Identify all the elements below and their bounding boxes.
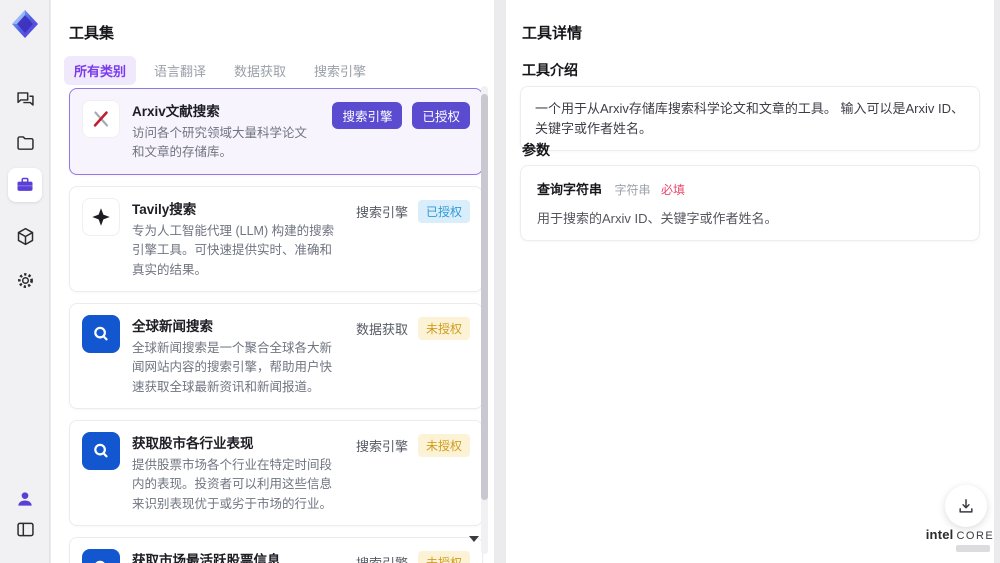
scrollbar-thumb[interactable] xyxy=(481,94,488,500)
tool-title: Tavily搜索 xyxy=(132,201,197,217)
intro-heading: 工具介绍 xyxy=(522,62,578,78)
folder-icon[interactable] xyxy=(12,130,38,156)
tool-description: 全球新闻搜索是一个聚合全球各大新闻网站内容的搜索引擎，帮助用户快速获取全球最新资… xyxy=(132,340,333,394)
intel-core-logo: intel core xyxy=(926,527,994,552)
tool-description: 专为人工智能代理 (LLM) 构建的搜索引擎工具。可快速提供实时、准确和真实的结… xyxy=(132,223,335,277)
intro-box: 一个用于从Arxiv存储库搜索科学论文和文章的工具。 输入可以是Arxiv ID… xyxy=(520,86,980,151)
sidebar-item-tools-active[interactable] xyxy=(8,168,42,202)
blue-search-logo-icon xyxy=(82,549,120,563)
tool-card-list: Arxiv文献搜索 访问各个研究领域大量科学论文和文章的存储库。 搜索引擎 已授… xyxy=(69,88,483,563)
tool-card-tavily[interactable]: Tavily搜索 专为人工智能代理 (LLM) 构建的搜索引擎工具。可快速提供实… xyxy=(69,185,483,292)
param-description: 用于搜索的Arxiv ID、关键字或作者姓名。 xyxy=(537,211,778,226)
tool-card-sector-performance[interactable]: 获取股市各行业表现 提供股票市场各个行业在特定时间段内的表现。投资者可以利用这些… xyxy=(69,420,483,527)
status-badge-unauthorized: 未授权 xyxy=(417,551,470,563)
user-icon[interactable] xyxy=(12,486,38,512)
app-logo-icon xyxy=(9,8,41,40)
tool-description: 访问各个研究领域大量科学论文和文章的存储库。 xyxy=(132,126,308,160)
tool-card-arxiv[interactable]: Arxiv文献搜索 访问各个研究领域大量科学论文和文章的存储库。 搜索引擎 已授… xyxy=(69,88,483,175)
category-label: 搜索引擎 xyxy=(355,204,408,220)
panel-toggle-icon[interactable] xyxy=(12,516,38,542)
icon-rail xyxy=(0,0,50,563)
tool-detail-panel: 工具详情 工具介绍 一个用于从Arxiv存储库搜索科学论文和文章的工具。 输入可… xyxy=(506,0,994,563)
tab-language-translation[interactable]: 语言翻译 xyxy=(144,56,216,85)
tool-title: 获取市场最活跃股票信息 xyxy=(132,553,281,563)
tool-title: Arxiv文献搜索 xyxy=(132,104,220,119)
download-icon xyxy=(959,499,973,513)
page-title: 工具集 xyxy=(69,25,115,42)
blue-search-logo-icon xyxy=(82,314,120,353)
detail-title: 工具详情 xyxy=(522,25,583,42)
intel-ultra-mark xyxy=(956,545,990,552)
briefcase-icon xyxy=(17,177,33,191)
gear-icon[interactable] xyxy=(12,267,38,293)
core-wordmark: core xyxy=(956,530,995,542)
cube-icon[interactable] xyxy=(12,223,38,249)
tool-title: 全球新闻搜索 xyxy=(132,318,213,334)
tool-description: 提供股票市场各个行业在特定时间段内的表现。投资者可以利用这些信息来识别表现优于或… xyxy=(132,458,333,511)
param-name: 查询字符串 xyxy=(537,182,603,197)
tab-all-categories[interactable]: 所有类别 xyxy=(64,56,137,85)
intel-wordmark: intel xyxy=(925,527,954,542)
tool-title: 获取股市各行业表现 xyxy=(132,436,254,451)
tool-card-most-active-stocks[interactable]: 获取市场最活跃股票信息 提供当天交易量最高的股票列表。投资者可以利用这些信息来识… xyxy=(69,537,483,563)
param-card: 查询字符串 字符串 必填 用于搜索的Arxiv ID、关键字或作者姓名。 xyxy=(520,165,980,241)
tool-card-global-news[interactable]: 全球新闻搜索 全球新闻搜索是一个聚合全球各大新闻网站内容的搜索引擎，帮助用户快速… xyxy=(69,302,483,409)
status-badge-unauthorized: 未授权 xyxy=(417,434,470,457)
param-type: 字符串 xyxy=(614,183,651,197)
params-heading: 参数 xyxy=(522,142,550,158)
blue-search-logo-icon xyxy=(82,432,120,470)
scroll-down-arrow-icon[interactable] xyxy=(469,536,479,542)
tab-search-engine[interactable]: 搜索引擎 xyxy=(304,56,376,85)
tab-data-fetching[interactable]: 数据获取 xyxy=(224,56,296,85)
tavily-star-icon xyxy=(82,197,120,236)
arxiv-logo-icon xyxy=(82,100,120,138)
download-button[interactable] xyxy=(945,485,987,527)
auth-status-button[interactable]: 已授权 xyxy=(412,102,470,129)
app-window: 工具集 所有类别 语言翻译 数据获取 搜索引擎 Arxiv文献搜索 访问各个研究… xyxy=(0,0,1000,563)
category-tabs: 所有类别 语言翻译 数据获取 搜索引擎 xyxy=(64,56,376,85)
category-label: 搜索引擎 xyxy=(356,553,408,563)
chat-icon[interactable] xyxy=(12,86,38,112)
category-label: 搜索引擎 xyxy=(355,439,408,454)
status-badge-unauthorized: 未授权 xyxy=(417,316,470,340)
category-label: 数据获取 xyxy=(355,321,408,337)
tool-list-panel: 工具集 所有类别 语言翻译 数据获取 搜索引擎 Arxiv文献搜索 访问各个研究… xyxy=(51,0,494,563)
category-tag-button[interactable]: 搜索引擎 xyxy=(332,102,403,129)
status-badge-authorized: 已授权 xyxy=(417,199,470,223)
param-required-label: 必填 xyxy=(660,183,685,197)
